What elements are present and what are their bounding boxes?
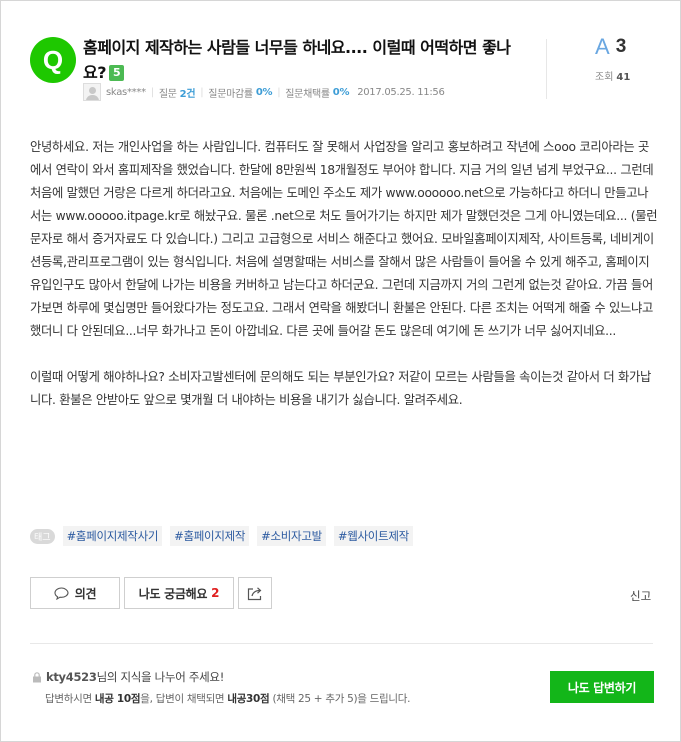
reward-text-a: 답변하시면 <box>45 693 95 705</box>
level-badge: 5 <box>109 65 125 81</box>
body-paragraph: 이럴때 어떻게 해야하나요? 소비자고발센터에 문의해도 되는 부분인가요? 저… <box>30 370 652 407</box>
tag-item[interactable]: #홈페이지제작사기 <box>62 526 163 546</box>
share-button[interactable] <box>238 577 272 609</box>
question-badge: Q <box>30 37 76 83</box>
post-date: 2017.05.25. 11:56 <box>357 86 445 98</box>
question-card: Q 홈페이지 제작하는 사람들 너무들 하네요.... 이럴때 어떡하면 좋나요… <box>0 0 681 742</box>
reward-points-answer: 내공 10점 <box>94 693 141 705</box>
meta-divider: | <box>200 86 204 98</box>
lock-icon <box>33 671 41 682</box>
answer-count-value: 3 <box>615 36 627 57</box>
opinion-label: 의견 <box>74 586 97 601</box>
avatar[interactable] <box>83 83 101 101</box>
adopt-value: 0% <box>332 86 350 98</box>
deadline-label: 질문마감률 <box>208 88 253 100</box>
views-label: 조회 <box>595 72 614 83</box>
curious-button[interactable]: 나도 궁금해요 2 <box>124 577 234 609</box>
questions-label: 질문 <box>158 88 177 100</box>
view-count: 조회 41 <box>595 68 630 83</box>
answer-button[interactable]: 나도 답변하기 <box>550 671 654 703</box>
reward-text-e: (채택 25 + 추가 5)을 드립니다. <box>269 693 411 705</box>
reward-info: 답변하시면 내공 10점을, 답변이 채택되면 내공30점 (채택 25 + 추… <box>45 691 410 706</box>
answer-icon: A <box>595 34 610 59</box>
adopt-label: 질문채택률 <box>285 88 330 100</box>
question-body: 안녕하세요. 저는 개인사업을 하는 사람입니다. 컴퓨터도 잘 못해서 사업장… <box>30 136 658 435</box>
curious-count: 2 <box>211 586 220 600</box>
tag-label: 태그 <box>30 528 55 544</box>
share-icon <box>247 586 262 600</box>
author-name[interactable]: skas**** <box>106 87 146 98</box>
question-title-text: 홈페이지 제작하는 사람들 너무들 하네요.... 이럴때 어떡하면 좋나요? <box>83 38 511 82</box>
stats-divider <box>546 39 547 99</box>
tag-item[interactable]: #홈페이지제작 <box>170 526 250 546</box>
meta-divider: | <box>277 86 281 98</box>
answer-prompt: kty4523 님의 지식을 나누어 주세요! <box>32 669 224 685</box>
report-link[interactable]: 신고 <box>630 588 651 604</box>
meta-divider: | <box>150 86 154 98</box>
question-meta: skas**** | 질문 2건 | 질문마감률 0% | 질문채택률 0% 2017… <box>83 82 445 102</box>
answer-count: A 3 <box>595 34 645 60</box>
curious-label: 나도 궁금해요 <box>138 586 208 601</box>
body-paragraph: 안녕하세요. 저는 개인사업을 하는 사람입니다. 컴퓨터도 잘 못해서 사업장… <box>30 140 658 338</box>
speech-bubble-icon <box>54 586 69 600</box>
question-title: 홈페이지 제작하는 사람들 너무들 하네요.... 이럴때 어떡하면 좋나요? 5 <box>83 35 533 85</box>
prompt-text: 님의 지식을 나누어 주세요! <box>96 670 225 684</box>
tag-item[interactable]: #웹사이트제작 <box>333 526 413 546</box>
reward-points-adopt: 내공30점 <box>227 693 270 705</box>
questions-value: 2건 <box>179 88 196 100</box>
deadline-value: 0% <box>255 86 273 98</box>
section-divider <box>30 643 653 644</box>
views-value: 41 <box>616 72 631 83</box>
opinion-button[interactable]: 의견 <box>30 577 120 609</box>
reward-text-c: 을, 답변이 채택되면 <box>140 693 228 705</box>
prompt-username: kty4523 <box>46 670 97 684</box>
tag-item[interactable]: #소비자고발 <box>257 526 326 546</box>
tag-list: 태그 #홈페이지제작사기 #홈페이지제작 #소비자고발 #웹사이트제작 <box>30 526 421 546</box>
